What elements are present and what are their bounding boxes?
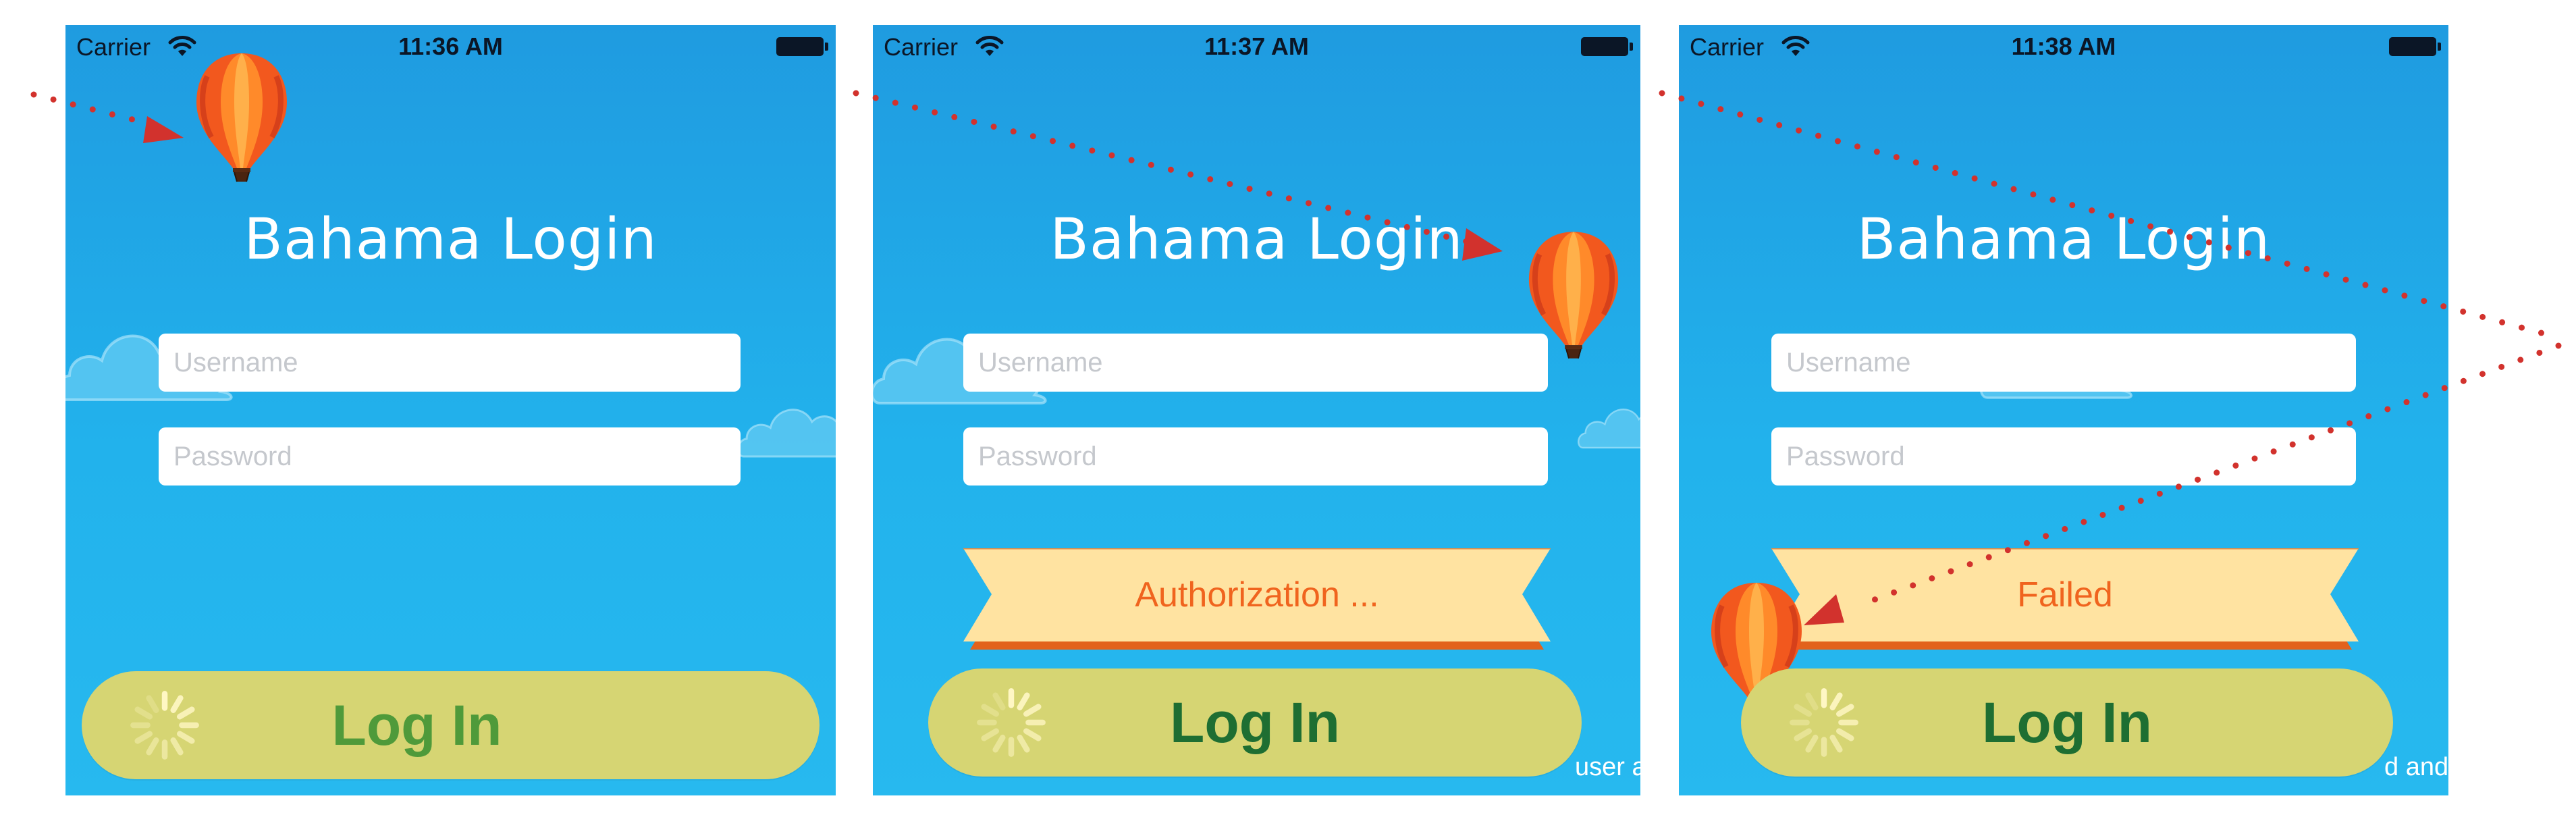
login-button[interactable]: Log In	[1741, 668, 2393, 777]
footer-text: d and	[2384, 753, 2448, 781]
login-button[interactable]: Log In	[82, 671, 820, 779]
login-button-label: Log In	[331, 693, 502, 757]
status-time: 11:38 AM	[2011, 32, 2116, 60]
balloon-icon	[191, 49, 292, 191]
screen-1: Carrier 11:36 AM Bahama Login Username P…	[65, 25, 836, 795]
cloud-icon	[734, 376, 836, 477]
status-time: 11:36 AM	[398, 32, 503, 60]
status-bar: Carrier 11:37 AM	[873, 25, 1640, 67]
status-bar: Carrier 11:38 AM	[1679, 25, 2448, 67]
status-banner: Authorization ...	[963, 548, 1551, 651]
login-button[interactable]: Log In	[928, 668, 1582, 777]
password-field[interactable]: Password	[159, 427, 741, 486]
cloud-icon	[1575, 376, 1640, 471]
password-field[interactable]: Password	[963, 427, 1548, 486]
page-title: Bahama Login	[244, 206, 658, 272]
screen-3: Carrier 11:38 AM Bahama Login Username P…	[1679, 25, 2448, 795]
page-title: Bahama Login	[1856, 206, 2271, 272]
status-bar: Carrier 11:36 AM	[65, 25, 836, 67]
battery-icon	[776, 37, 828, 56]
battery-icon	[1581, 37, 1633, 56]
password-field[interactable]: Password	[1771, 427, 2356, 486]
login-button-label: Log In	[1982, 691, 2152, 754]
username-field[interactable]: Username	[963, 334, 1548, 392]
username-field[interactable]: Username	[1771, 334, 2356, 392]
banner-text: Failed	[2017, 575, 2113, 614]
status-time: 11:37 AM	[1204, 32, 1309, 60]
status-banner: Failed	[1771, 548, 2359, 651]
banner-text: Authorization ...	[1135, 575, 1379, 614]
login-button-label: Log In	[1170, 691, 1340, 754]
username-field[interactable]: Username	[159, 334, 741, 392]
screen-2: Carrier 11:37 AM Bahama Login Username P…	[873, 25, 1640, 795]
battery-icon	[2389, 37, 2441, 56]
footer-text: user a	[1575, 753, 1640, 781]
